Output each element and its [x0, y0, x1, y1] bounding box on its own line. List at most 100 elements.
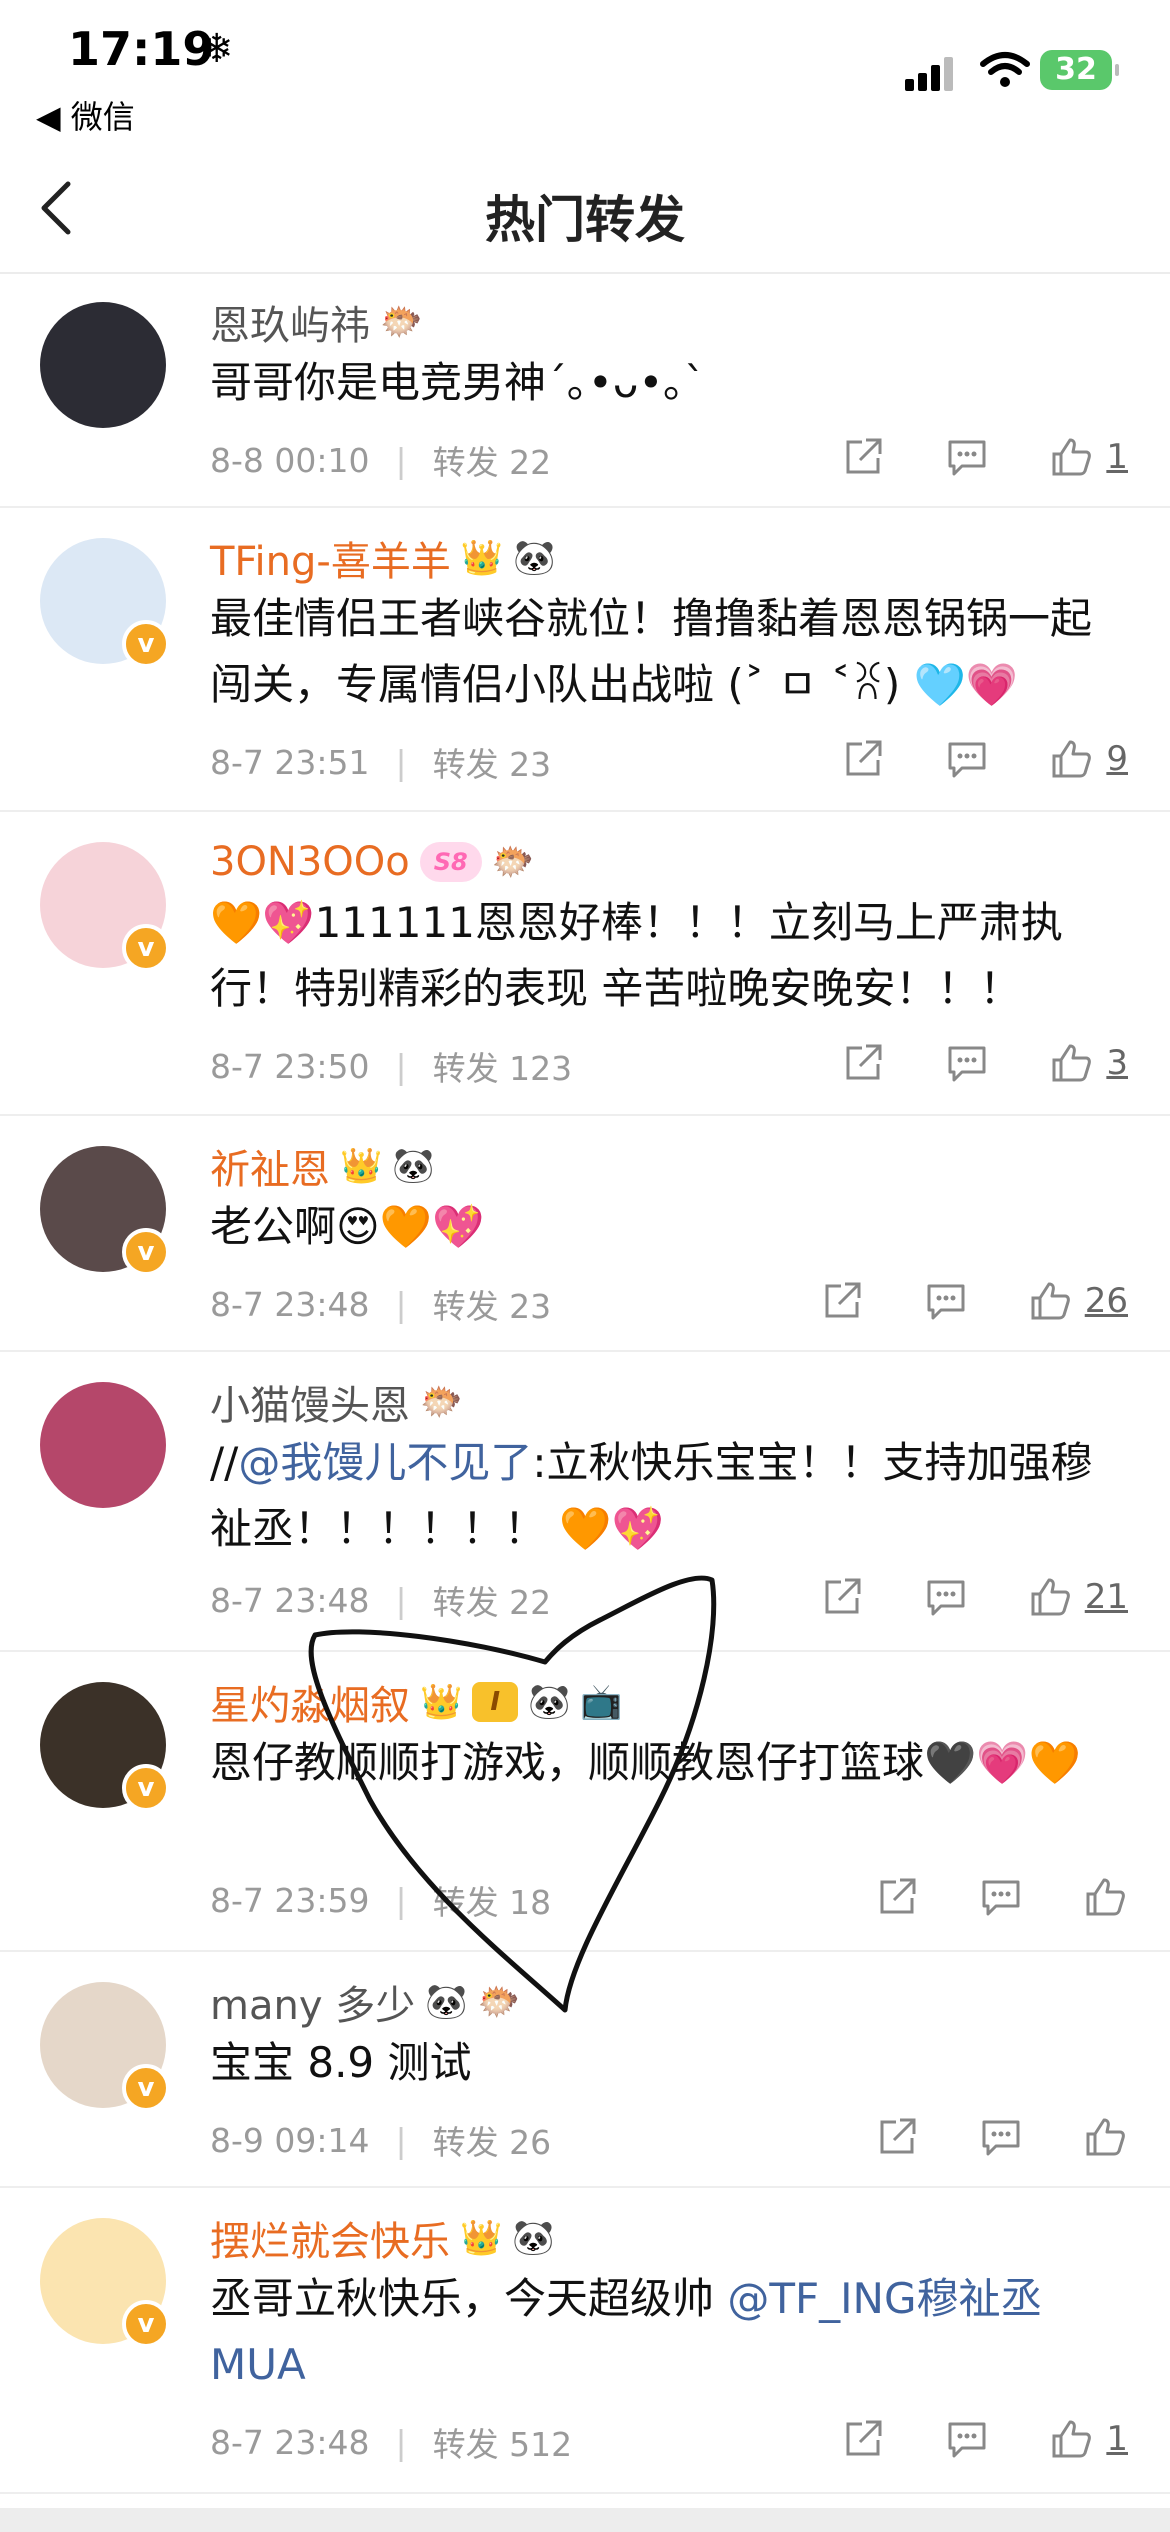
repost-item[interactable]: v 3ON3OOo S8 🐡 🧡💖111111恩恩好棒！！！立刻马上严肃执行！特别精彩的…: [0, 812, 1170, 1116]
thumbs-up-icon[interactable]: [1048, 1040, 1094, 1086]
divider: |: [395, 2422, 407, 2462]
action-bar: 1: [840, 434, 1128, 480]
thumbs-up-icon[interactable]: [1027, 1574, 1073, 1620]
username[interactable]: TFing-喜羊羊: [210, 529, 451, 587]
share-icon[interactable]: [874, 1874, 920, 1920]
avatar[interactable]: v: [40, 1146, 170, 1276]
comment-icon[interactable]: [923, 1278, 969, 1324]
bottom-divider: [0, 2508, 1170, 2532]
username[interactable]: many 多少: [210, 1973, 415, 2031]
mention-link[interactable]: @我馒儿不见了: [238, 1438, 532, 1487]
repost-item[interactable]: 小猫馒头恩 🐡//@我馒儿不见了:立秋快乐宝宝！！支持加强穆祉丞！！！！！！ 🧡💖…: [0, 1352, 1170, 1652]
timestamp: 8-7 23:48: [210, 2422, 370, 2462]
comment-icon[interactable]: [944, 2416, 990, 2462]
comment-icon[interactable]: [923, 1574, 969, 1620]
user-badge-icon: 🐼: [513, 538, 556, 578]
user-badge-icon: 🐼: [392, 1146, 435, 1186]
verified-badge-icon: v: [122, 2064, 170, 2112]
crown-icon: 👑: [420, 1682, 463, 1722]
user-badge-icon: 📺: [580, 1682, 623, 1722]
thumbs-up-icon[interactable]: [1048, 434, 1094, 480]
like-button[interactable]: 3: [1048, 1040, 1128, 1086]
nav-bar: 热门转发: [0, 150, 1170, 274]
verified-badge-icon: v: [122, 1228, 170, 1276]
timestamp: 8-7 23:59: [210, 1880, 370, 1920]
share-icon[interactable]: [819, 1278, 865, 1324]
timestamp: 8-7 23:48: [210, 1284, 370, 1324]
like-button[interactable]: 9: [1048, 736, 1128, 782]
avatar[interactable]: [40, 1382, 166, 1508]
repost-item[interactable]: v 祈祉恩 👑 🐼 老公啊😍🧡💖 8-7 23:48 | 转发 23 26: [0, 1116, 1170, 1352]
thumbs-up-icon[interactable]: [1082, 1874, 1128, 1920]
thumbs-up-icon[interactable]: [1048, 2416, 1094, 2462]
action-bar: 21: [819, 1574, 1128, 1620]
share-icon[interactable]: [840, 736, 886, 782]
status-time: 17:19: [68, 22, 215, 76]
username-row: 3ON3OOo S8 🐡: [210, 830, 534, 894]
repost-item[interactable]: v TFing-喜羊羊 👑 🐼 最佳情侣王者峡谷就位！撸撸黏着恩恩锅锅一起闯关，专属情侣…: [0, 508, 1170, 812]
timestamp: 8-7 23:48: [210, 1580, 370, 1620]
avatar[interactable]: v: [40, 538, 170, 668]
like-count: 1: [1106, 437, 1128, 477]
share-icon[interactable]: [840, 434, 886, 480]
like-button[interactable]: 1: [1048, 434, 1128, 480]
comment-icon[interactable]: [978, 1874, 1024, 1920]
thumbs-up-icon[interactable]: [1082, 2114, 1128, 2160]
repost-item[interactable]: v 星灼淼烟叙 👑 I 🐼 📺 恩仔教顺顺打游戏，顺顺教恩仔打篮球🖤💗🧡 8-7 23:59 |…: [0, 1652, 1170, 1952]
timestamp: 8-8 00:10: [210, 440, 370, 480]
share-icon[interactable]: [840, 1040, 886, 1086]
username[interactable]: 3ON3OOo: [210, 839, 410, 885]
share-icon[interactable]: [874, 2114, 920, 2160]
comment-icon[interactable]: [944, 736, 990, 782]
username[interactable]: 恩玖屿祎: [210, 293, 370, 351]
avatar[interactable]: v: [40, 2218, 170, 2348]
thumbs-up-icon[interactable]: [1048, 736, 1094, 782]
like-button[interactable]: 1: [1048, 2416, 1128, 2462]
avatar[interactable]: [40, 302, 166, 428]
username-row: 星灼淼烟叙 👑 I 🐼 📺: [210, 1670, 623, 1734]
thumbs-up-icon[interactable]: [1027, 1278, 1073, 1324]
username[interactable]: 小猫馒头恩: [210, 1373, 410, 1431]
action-bar: 9: [840, 736, 1128, 782]
repost-content: 哥哥你是电竞男神ˊ｡•ᴗ•｡ˋ: [210, 350, 1120, 416]
comment-icon[interactable]: [944, 1040, 990, 1086]
repost-item[interactable]: v many 多少 🐼 🐡 宝宝 8.9 测试 8-9 09:14 | 转发 26: [0, 1952, 1170, 2188]
avatar[interactable]: v: [40, 1982, 170, 2112]
vip-badge: S8: [419, 842, 482, 882]
comment-icon[interactable]: [978, 2114, 1024, 2160]
like-count: 3: [1106, 1043, 1128, 1083]
back-to-wechat-link[interactable]: ◀ 微信: [36, 92, 135, 138]
username[interactable]: 祈祉恩: [210, 1137, 330, 1195]
like-count: 26: [1084, 1281, 1128, 1321]
content-text: 老公啊😍🧡💖: [210, 1202, 485, 1251]
repost-content: 宝宝 8.9 测试: [210, 2030, 1120, 2096]
avatar[interactable]: v: [40, 1682, 170, 1812]
like-button[interactable]: [1082, 1874, 1128, 1920]
share-icon[interactable]: [840, 2416, 886, 2462]
repost-item[interactable]: v 摆烂就会快乐 👑 🐼 丞哥立秋快乐，今天超级帅 @TF_ING穆祉丞 MUA 8-7 …: [0, 2188, 1170, 2494]
avatar[interactable]: v: [40, 842, 170, 972]
user-badge-icon: 🐡: [380, 302, 423, 342]
repost-meta: 8-7 23:48 | 转发 512: [210, 2418, 572, 2466]
like-button[interactable]: 26: [1027, 1278, 1128, 1324]
username-row: many 多少 🐼 🐡: [210, 1970, 520, 2034]
user-badge-icon: 👑: [340, 1146, 383, 1186]
share-icon[interactable]: [819, 1574, 865, 1620]
divider: |: [395, 2120, 407, 2160]
username[interactable]: 摆烂就会快乐: [210, 2209, 450, 2267]
divider: |: [395, 1046, 407, 1086]
username[interactable]: 星灼淼烟叙: [210, 1673, 410, 1731]
divider: |: [395, 440, 407, 480]
verified-badge-icon: v: [122, 1764, 170, 1812]
comment-icon[interactable]: [944, 434, 990, 480]
like-button[interactable]: 21: [1027, 1574, 1128, 1620]
repost-meta: 8-7 23:48 | 转发 22: [210, 1576, 551, 1624]
user-badge-icon: 👑: [460, 2218, 503, 2258]
content-text: 宝宝 8.9 测试: [210, 2038, 472, 2087]
repost-content: 最佳情侣王者峡谷就位！撸撸黏着恩恩锅锅一起闯关，专属情侣小队出战啦 (˃ ㅁ ˂…: [210, 586, 1120, 718]
user-badge-icon: 🐼: [425, 1982, 468, 2022]
verified-badge-icon: v: [122, 620, 170, 668]
repost-item[interactable]: 恩玖屿祎 🐡 哥哥你是电竞男神ˊ｡•ᴗ•｡ˋ 8-8 00:10 | 转发 22 1: [0, 272, 1170, 508]
timestamp: 8-7 23:50: [210, 1046, 370, 1086]
like-button[interactable]: [1082, 2114, 1128, 2160]
